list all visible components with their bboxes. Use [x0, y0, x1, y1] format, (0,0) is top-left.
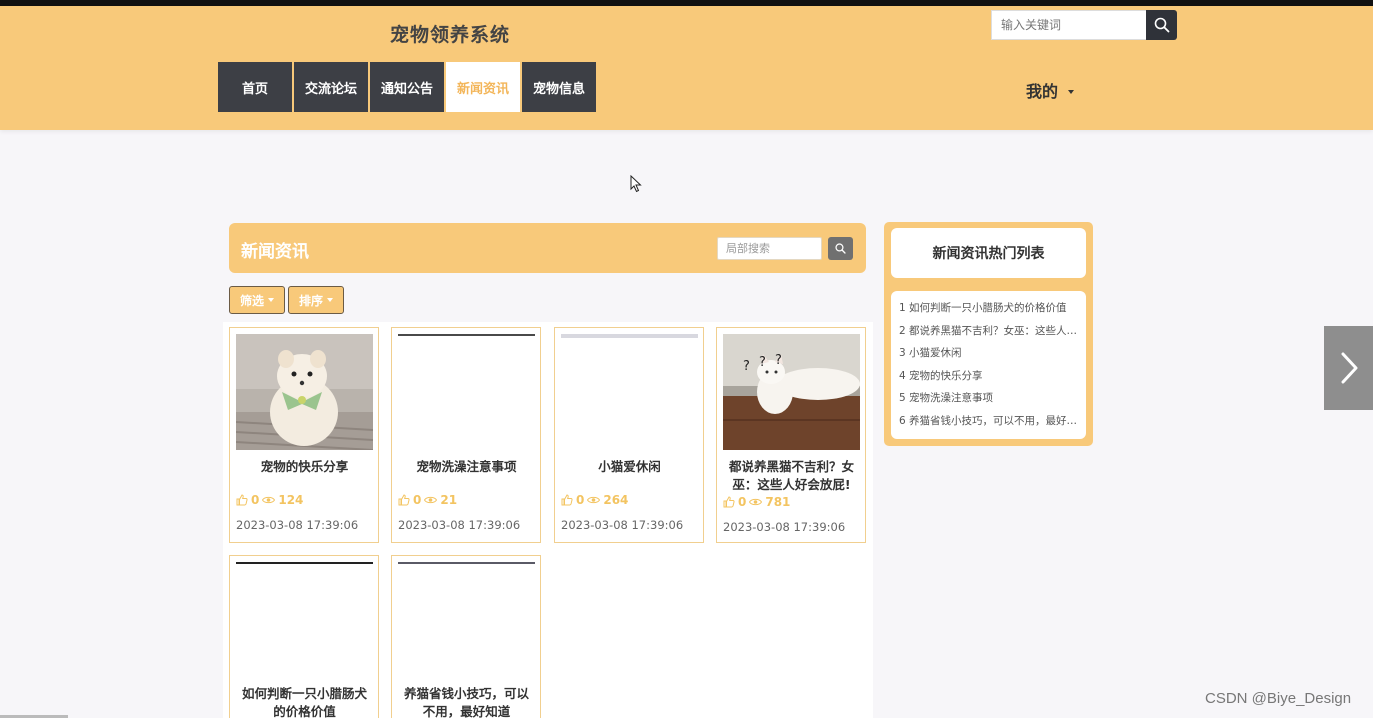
like-count: 0 [738, 495, 747, 509]
news-card-stats: 0 21 [398, 493, 457, 507]
eye-icon [749, 498, 763, 506]
main-nav: 首页 交流论坛 通知公告 新闻资讯 宠物信息 [218, 62, 598, 112]
nav-pet-info[interactable]: 宠物信息 [522, 62, 596, 112]
news-card-title: 宠物的快乐分享 [260, 459, 349, 474]
hot-news-item[interactable]: 5 宠物洗澡注意事项 [899, 387, 1078, 410]
local-search-input[interactable] [717, 237, 822, 260]
like-count: 0 [413, 493, 422, 507]
next-arrow-button[interactable] [1324, 326, 1373, 410]
caret-down-icon [327, 298, 333, 302]
hot-news-list: 1 如何判断一只小腊肠犬的价格价值 2 都说养黑猫不吉利？女巫：这些人好会放屁!… [891, 291, 1086, 439]
news-thumbnail [398, 334, 535, 450]
search-icon [835, 243, 846, 254]
site-title: 宠物领养系统 [390, 24, 511, 46]
filter-label: 筛选 [239, 293, 264, 308]
news-card-date: 2023-03-08 17:39:06 [561, 518, 684, 532]
thumbs-up-icon [561, 494, 573, 506]
hot-news-title: 新闻资讯热门列表 [891, 228, 1086, 278]
news-card[interactable]: 养猫省钱小技巧，可以不用，最好知道 [391, 555, 541, 718]
news-thumbnail [398, 562, 535, 678]
svg-text:?: ? [743, 359, 750, 374]
news-thumbnail [561, 334, 698, 450]
news-card-title: 如何判断一只小腊肠犬的价格价值 [241, 686, 367, 718]
view-count: 781 [765, 495, 791, 509]
thumbs-up-icon [236, 494, 248, 506]
watermark: CSDN @Biye_Design [1205, 690, 1352, 707]
mouse-cursor-icon [630, 175, 642, 193]
news-card-title: 小猫爱休闲 [598, 459, 661, 474]
svg-text:?: ? [759, 355, 766, 370]
image-placeholder [398, 562, 535, 564]
nav-home[interactable]: 首页 [218, 62, 292, 112]
nav-news[interactable]: 新闻资讯 [446, 62, 520, 112]
nav-notice[interactable]: 通知公告 [370, 62, 444, 112]
pomeranian-photo [236, 334, 373, 450]
image-placeholder [236, 562, 373, 564]
sort-button[interactable]: 排序 [288, 286, 344, 314]
news-section-bar: 新闻资讯 [229, 223, 866, 273]
news-card[interactable]: 宠物的快乐分享 0 124 2023-03-08 17:39:06 [229, 327, 379, 543]
hot-news-item[interactable]: 6 养猫省钱小技巧，可以不用，最好知道 [899, 410, 1078, 433]
sort-label: 排序 [298, 293, 323, 308]
eye-icon [424, 496, 438, 504]
search-button[interactable] [1146, 10, 1177, 40]
news-thumbnail [236, 334, 373, 450]
news-card-stats: 0 124 [236, 493, 303, 507]
hot-news-item[interactable]: 1 如何判断一只小腊肠犬的价格价值 [899, 297, 1078, 320]
image-placeholder [561, 334, 698, 338]
view-count: 21 [440, 493, 458, 507]
news-card[interactable]: 宠物洗澡注意事项 0 21 2023-03-08 17:39:06 [391, 327, 541, 543]
white-cat-photo: ? ? ? [723, 334, 860, 450]
news-card-stats: 0 264 [561, 493, 628, 507]
search-input[interactable] [991, 10, 1147, 40]
view-count: 124 [278, 493, 304, 507]
header-search [991, 10, 1177, 40]
news-thumbnail [236, 562, 373, 678]
caret-down-icon [268, 298, 274, 302]
caret-down-icon [1068, 89, 1075, 94]
news-card[interactable]: 小猫爱休闲 0 264 2023-03-08 17:39:06 [554, 327, 704, 543]
chevron-right-icon [1341, 352, 1357, 384]
news-card-title: 养猫省钱小技巧，可以不用，最好知道 [403, 686, 529, 718]
news-card-stats: 0 781 [723, 495, 790, 509]
news-card[interactable]: 如何判断一只小腊肠犬的价格价值 [229, 555, 379, 718]
like-count: 0 [251, 493, 260, 507]
thumbs-up-icon [398, 494, 410, 506]
view-count: 264 [603, 493, 629, 507]
news-card-date: 2023-03-08 17:39:06 [723, 520, 846, 534]
local-search-button[interactable] [828, 237, 853, 260]
news-card[interactable]: ? ? ? 都说养黑猫不吉利？女巫：这些人好会放屁! 0 781 2023-03… [716, 327, 866, 543]
site-header: 宠物领养系统 首页 交流论坛 通知公告 新闻资讯 宠物信息 我的 [0, 6, 1373, 130]
mine-label: 我的 [1026, 82, 1059, 101]
hot-news-item[interactable]: 2 都说养黑猫不吉利？女巫：这些人好会放屁! [899, 320, 1078, 343]
section-title: 新闻资讯 [241, 242, 309, 262]
mine-dropdown[interactable]: 我的 [1026, 78, 1075, 102]
news-card-title: 都说养黑猫不吉利？女巫：这些人好会放屁! [728, 459, 854, 492]
filter-button[interactable]: 筛选 [229, 286, 285, 314]
svg-text:?: ? [775, 353, 782, 368]
news-thumbnail: ? ? ? [723, 334, 860, 450]
hot-news-panel: 新闻资讯热门列表 1 如何判断一只小腊肠犬的价格价值 2 都说养黑猫不吉利？女巫… [884, 222, 1093, 446]
search-icon [1154, 17, 1169, 33]
nav-forum[interactable]: 交流论坛 [294, 62, 368, 112]
like-count: 0 [576, 493, 585, 507]
hot-news-item[interactable]: 4 宠物的快乐分享 [899, 365, 1078, 388]
image-placeholder [398, 334, 535, 336]
news-card-date: 2023-03-08 17:39:06 [236, 518, 359, 532]
news-card-date: 2023-03-08 17:39:06 [398, 518, 521, 532]
eye-icon [262, 496, 276, 504]
news-card-title: 宠物洗澡注意事项 [416, 459, 517, 474]
thumbs-up-icon [723, 496, 735, 508]
hot-news-item[interactable]: 3 小猫爱休闲 [899, 342, 1078, 365]
eye-icon [587, 496, 601, 504]
